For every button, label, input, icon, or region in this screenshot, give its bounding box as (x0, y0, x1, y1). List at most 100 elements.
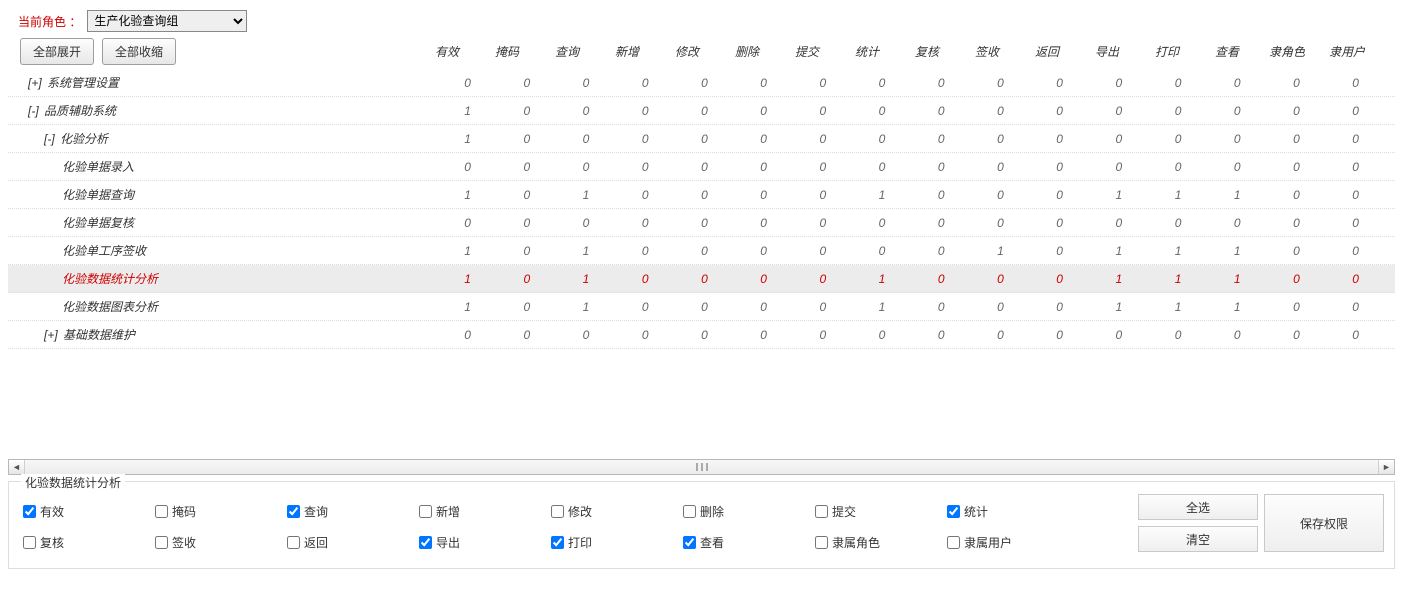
permission-check-item[interactable]: 查询 (283, 502, 415, 521)
permission-check-item[interactable]: 隶属角色 (811, 533, 943, 552)
tree-grid-body[interactable]: [+] 系统管理设置0000000000000000[-] 品质辅助系统1000… (8, 69, 1395, 455)
clear-button[interactable]: 清空 (1138, 526, 1258, 552)
permission-checkbox[interactable] (23, 505, 36, 518)
permission-checkbox[interactable] (287, 505, 300, 518)
value-cell: 0 (675, 300, 734, 314)
permission-checkbox[interactable] (815, 505, 828, 518)
permission-checkbox[interactable] (287, 536, 300, 549)
table-row[interactable]: 化验单据查询1010000100011100 (8, 181, 1395, 209)
scroll-right-arrow-icon[interactable]: ► (1378, 460, 1394, 474)
permission-checkbox[interactable] (155, 505, 168, 518)
permission-check-item[interactable]: 导出 (415, 533, 547, 552)
permission-checkbox[interactable] (947, 536, 960, 549)
expand-all-button[interactable]: 全部展开 (20, 38, 94, 65)
permission-check-item[interactable]: 新增 (415, 502, 547, 521)
role-select[interactable]: 生产化验查询组 (87, 10, 247, 32)
permission-checkbox[interactable] (551, 505, 564, 518)
permission-checkbox[interactable] (947, 505, 960, 518)
permission-check-item[interactable]: 查看 (679, 533, 811, 552)
table-row[interactable]: [+] 系统管理设置0000000000000000 (8, 69, 1395, 97)
table-row[interactable]: 化验单工序签收1010000001011100 (8, 237, 1395, 265)
permission-checkbox[interactable] (155, 536, 168, 549)
column-header: 掩码 (477, 43, 537, 60)
column-header: 查看 (1197, 43, 1257, 60)
permission-label: 查询 (304, 503, 328, 520)
permission-checkbox[interactable] (815, 536, 828, 549)
table-row[interactable]: 化验数据统计分析1010000100011100 (8, 265, 1395, 293)
value-cell: 0 (1089, 76, 1148, 90)
permission-label: 统计 (964, 503, 988, 520)
permission-check-item[interactable]: 复核 (19, 533, 151, 552)
value-cell: 1 (1208, 300, 1267, 314)
collapse-icon[interactable]: [-] (28, 104, 42, 118)
value-cell: 0 (734, 300, 793, 314)
permission-check-item[interactable]: 统计 (943, 502, 1075, 521)
column-header: 删除 (717, 43, 777, 60)
value-cell: 1 (852, 188, 911, 202)
table-row[interactable]: 化验数据图表分析1010000100011100 (8, 293, 1395, 321)
permission-check-item[interactable]: 返回 (283, 533, 415, 552)
permission-check-item[interactable]: 删除 (679, 502, 811, 521)
table-row[interactable]: [+] 基础数据维护0000000000000000 (8, 321, 1395, 349)
row-label: 化验分析 (60, 132, 108, 146)
column-header: 隶用户 (1317, 43, 1377, 60)
permission-check-item[interactable]: 打印 (547, 533, 679, 552)
column-header: 签收 (957, 43, 1017, 60)
table-row[interactable]: 化验单据复核0000000000000000 (8, 209, 1395, 237)
permission-check-item[interactable]: 隶属用户 (943, 533, 1075, 552)
permission-check-item[interactable]: 签收 (151, 533, 283, 552)
permission-checkbox[interactable] (419, 505, 432, 518)
value-cell: 1 (852, 272, 911, 286)
permission-checkbox[interactable] (23, 536, 36, 549)
value-cell: 0 (675, 76, 734, 90)
permission-label: 新增 (436, 503, 460, 520)
value-cell: 0 (734, 272, 793, 286)
permission-check-item[interactable]: 提交 (811, 502, 943, 521)
row-label: 化验单工序签收 (62, 244, 146, 258)
permission-checkbox[interactable] (419, 536, 432, 549)
value-cell: 1 (556, 272, 615, 286)
value-cell: 0 (1208, 132, 1267, 146)
value-cell: 0 (971, 272, 1030, 286)
value-cell: 0 (793, 300, 852, 314)
select-all-button[interactable]: 全选 (1138, 494, 1258, 520)
collapse-icon[interactable]: [-] (44, 132, 58, 146)
scroll-left-arrow-icon[interactable]: ◄ (9, 460, 25, 474)
expand-icon[interactable]: [+] (44, 328, 61, 342)
value-cell: 0 (793, 132, 852, 146)
permission-label: 复核 (40, 534, 64, 551)
value-cell: 1 (1148, 300, 1207, 314)
value-cell: 1 (556, 188, 615, 202)
value-cell: 0 (734, 328, 793, 342)
value-cell: 1 (438, 244, 497, 258)
permission-checkbox[interactable] (551, 536, 564, 549)
scrollbar-grip-icon (696, 463, 708, 471)
permission-checkbox[interactable] (683, 536, 696, 549)
row-label: 品质辅助系统 (44, 104, 116, 118)
table-row[interactable]: 化验单据录入0000000000000000 (8, 153, 1395, 181)
permission-label: 打印 (568, 534, 592, 551)
column-header: 修改 (657, 43, 717, 60)
value-cell: 0 (1030, 188, 1089, 202)
scrollbar-track[interactable] (25, 460, 1378, 474)
value-cell: 0 (1267, 160, 1326, 174)
column-header: 复核 (897, 43, 957, 60)
value-cell: 0 (497, 188, 556, 202)
collapse-all-button[interactable]: 全部收缩 (102, 38, 176, 65)
value-cell: 0 (497, 132, 556, 146)
permission-check-item[interactable]: 修改 (547, 502, 679, 521)
value-cell: 1 (556, 244, 615, 258)
value-cell: 0 (912, 132, 971, 146)
permission-check-item[interactable]: 掩码 (151, 502, 283, 521)
horizontal-scrollbar[interactable]: ◄ ► (8, 459, 1395, 475)
save-button[interactable]: 保存权限 (1264, 494, 1384, 552)
table-row[interactable]: [-] 品质辅助系统1000000000000000 (8, 97, 1395, 125)
table-row[interactable]: [-] 化验分析1000000000000000 (8, 125, 1395, 153)
value-cell: 0 (1089, 104, 1148, 118)
permission-checkbox[interactable] (683, 505, 696, 518)
permission-check-item[interactable]: 有效 (19, 502, 151, 521)
value-cell: 0 (1089, 216, 1148, 230)
expand-icon[interactable]: [+] (28, 76, 45, 90)
value-cell: 0 (675, 244, 734, 258)
value-cell: 0 (852, 76, 911, 90)
